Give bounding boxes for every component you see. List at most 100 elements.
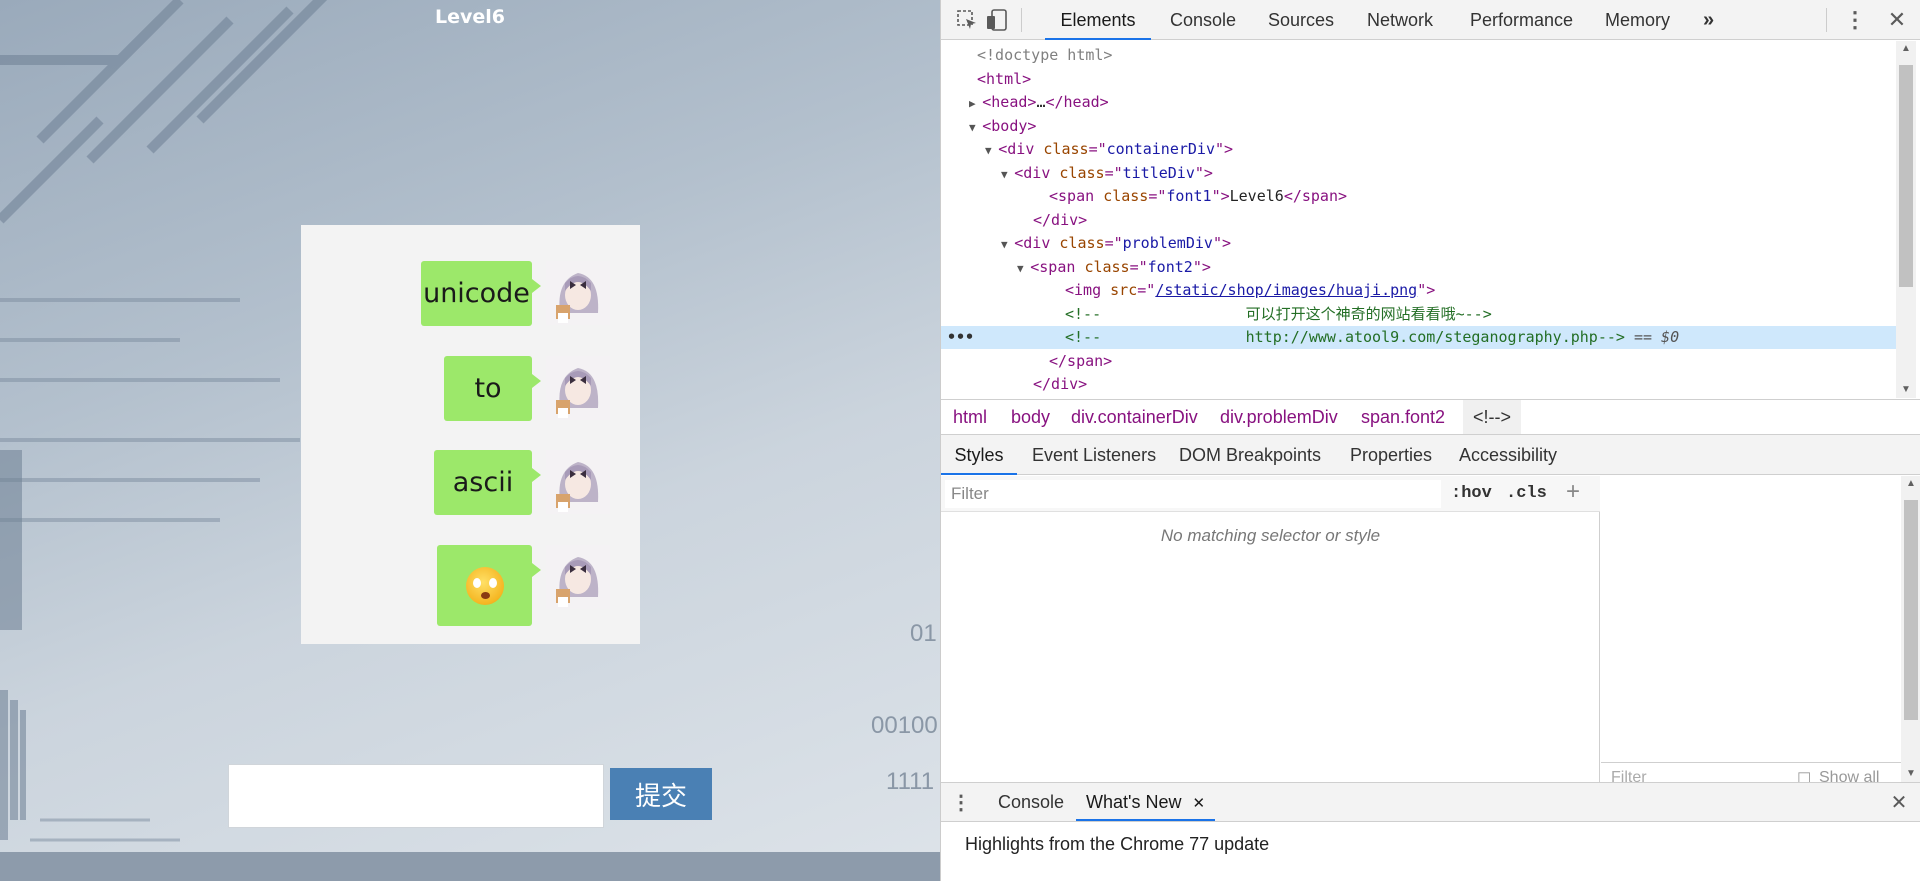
styles-filter-bar: Filter :hov .cls + [941, 476, 1600, 512]
dom-node[interactable]: <!doctype html> [941, 44, 1896, 67]
hov-toggle[interactable]: :hov [1451, 476, 1492, 512]
drawer-menu-icon[interactable]: ⋮ [949, 790, 973, 814]
more-tabs-icon[interactable]: » [1703, 0, 1714, 40]
answer-input[interactable] [228, 764, 604, 828]
collapse-triangle-icon[interactable]: ▼ [969, 121, 982, 134]
dom-node[interactable]: <html> [941, 68, 1896, 91]
level-title: Level6 [435, 6, 505, 28]
tab-memory[interactable]: Memory [1605, 0, 1670, 40]
tab-sources[interactable]: Sources [1268, 0, 1334, 40]
devtools-toolbar: Elements Console Sources Network Perform… [941, 0, 1920, 40]
dom-node[interactable]: ▼ <div class="titleDiv"> [941, 162, 1896, 185]
dom-node[interactable]: </div> [941, 209, 1896, 232]
collapse-triangle-icon[interactable]: ▼ [1001, 238, 1014, 251]
node-actions-icon[interactable]: ••• [947, 326, 974, 349]
toolbar-separator [1826, 8, 1827, 32]
close-drawer-icon[interactable]: ✕ [1887, 790, 1911, 814]
breadcrumb-html[interactable]: html [953, 400, 987, 434]
dom-token-tag: <html> [977, 69, 1032, 88]
tab-accessibility[interactable]: Accessibility [1459, 435, 1557, 475]
dom-node[interactable]: ▼ <div class="containerDiv"> [941, 138, 1896, 161]
dom-token-tag: "> [1215, 140, 1234, 158]
scroll-up-icon[interactable]: ▲ [1896, 41, 1916, 57]
dom-node[interactable]: ▼ <span class="font2"> [941, 256, 1896, 279]
dom-token-tag: <div [998, 140, 1044, 158]
breadcrumb-comment[interactable]: <!--> [1463, 400, 1522, 434]
avatar [546, 261, 610, 325]
dom-token-tag: <span [1049, 187, 1104, 205]
tab-event-listeners[interactable]: Event Listeners [1032, 435, 1156, 475]
close-icon[interactable]: ✕ [1885, 7, 1909, 32]
computed-filter-input[interactable]: Filter [1611, 769, 1647, 782]
breadcrumb: html body div.containerDiv div.problemDi… [941, 399, 1920, 435]
dom-node[interactable]: </div> [941, 373, 1896, 396]
chat-bubble-emoji [437, 545, 541, 626]
dom-token-tag: =" [1104, 234, 1123, 252]
submit-button[interactable]: 提交 [610, 768, 712, 820]
chat-bubble: to [444, 356, 541, 421]
bg-digits-1: 01 [910, 620, 937, 647]
dom-scrollbar[interactable]: ▲ ▼ [1896, 41, 1916, 398]
show-all-label: Show all [1819, 769, 1880, 782]
dom-token-tag: <head> [982, 93, 1037, 111]
tab-performance[interactable]: Performance [1470, 0, 1573, 40]
dom-token-link[interactable]: /static/shop/images/huaji.png [1155, 281, 1417, 299]
smiling-face-emoji-icon [465, 566, 504, 605]
dom-token-tag: =" [1137, 281, 1156, 299]
computed-scrollbar[interactable]: ▲ ▼ [1901, 476, 1920, 782]
kebab-menu-icon[interactable]: ⋮ [1843, 7, 1867, 32]
dom-token-tag: <span [1030, 257, 1085, 276]
collapse-triangle-icon[interactable]: ▼ [1001, 168, 1014, 181]
dom-node[interactable]: </span> [941, 350, 1896, 373]
inspect-element-icon[interactable] [955, 8, 979, 32]
dom-tree[interactable]: <!doctype html> <html> ▶ <head>…</head> ▼ <… [941, 41, 1896, 398]
tab-network[interactable]: Network [1367, 0, 1433, 40]
dom-token-dollar: == $0 [1624, 328, 1680, 346]
collapse-triangle-icon[interactable]: ▼ [1017, 262, 1030, 275]
new-style-rule-icon[interactable]: + [1566, 478, 1580, 506]
show-all-checkbox[interactable]: ☐ [1797, 769, 1811, 782]
dom-node[interactable]: ▼ <body> [941, 115, 1896, 138]
cls-toggle[interactable]: .cls [1506, 476, 1547, 512]
dom-token-attr: class [1043, 140, 1089, 158]
drawer-tab-console[interactable]: Console [998, 783, 1064, 821]
breadcrumb-problem-div[interactable]: div.problemDiv [1220, 400, 1338, 434]
expand-triangle-icon[interactable]: ▶ [969, 97, 982, 110]
problem-chat: unicode to ascii [301, 225, 640, 644]
scroll-up-icon[interactable]: ▲ [1901, 476, 1920, 492]
dom-node-selected[interactable]: ••• <!-- http://www.atool9.com/steganogra… [941, 326, 1896, 349]
dom-node[interactable]: <img src="/static/shop/images/huaji.png"… [941, 279, 1896, 302]
tab-styles[interactable]: Styles [941, 435, 1017, 475]
tab-properties[interactable]: Properties [1350, 435, 1432, 475]
tab-elements[interactable]: Elements [1045, 0, 1151, 40]
styles-filter-input[interactable]: Filter [945, 480, 1441, 508]
drawer-tab-whats-new[interactable]: What's New ✕ [1076, 783, 1216, 821]
collapse-triangle-icon[interactable]: ▼ [985, 144, 998, 157]
dom-token-tag: =" [1104, 163, 1123, 182]
scroll-thumb[interactable] [1899, 65, 1913, 287]
scroll-down-icon[interactable]: ▼ [1901, 766, 1920, 782]
scroll-down-icon[interactable]: ▼ [1896, 382, 1916, 398]
close-tab-icon[interactable]: ✕ [1192, 795, 1205, 812]
dom-node[interactable]: ▶ <head>…</head> [941, 91, 1896, 114]
anime-avatar-icon [546, 356, 610, 420]
dom-token-tag: "> [1212, 234, 1231, 252]
dom-token-text: Level6 [1229, 187, 1284, 205]
device-toolbar-icon[interactable] [985, 8, 1009, 32]
dom-token-val: problemDiv [1122, 234, 1213, 252]
dom-node[interactable]: ▼ <div class="problemDiv"> [941, 232, 1896, 255]
breadcrumb-span-font2[interactable]: span.font2 [1361, 400, 1445, 434]
breadcrumb-body[interactable]: body [1011, 400, 1050, 434]
avatar [546, 356, 610, 420]
dom-token-comment: <!-- http://www.atool9.com/steganography… [1065, 328, 1625, 346]
tab-console[interactable]: Console [1170, 0, 1236, 40]
dom-node[interactable]: <!-- 可以打开这个神奇的网站看看哦~--> [941, 303, 1896, 326]
drawer-tabs: ⋮ Console What's New ✕ ✕ [941, 782, 1920, 822]
scroll-thumb[interactable] [1904, 500, 1918, 720]
tab-dom-breakpoints[interactable]: DOM Breakpoints [1179, 435, 1321, 475]
breadcrumb-container-div[interactable]: div.containerDiv [1071, 400, 1198, 434]
dom-token-val: containerDiv [1106, 140, 1215, 158]
dom-token-tag: <body> [982, 116, 1037, 135]
dom-node[interactable]: <span class="font1">Level6</span> [941, 185, 1896, 208]
dom-token-tag: =" [1148, 187, 1167, 205]
